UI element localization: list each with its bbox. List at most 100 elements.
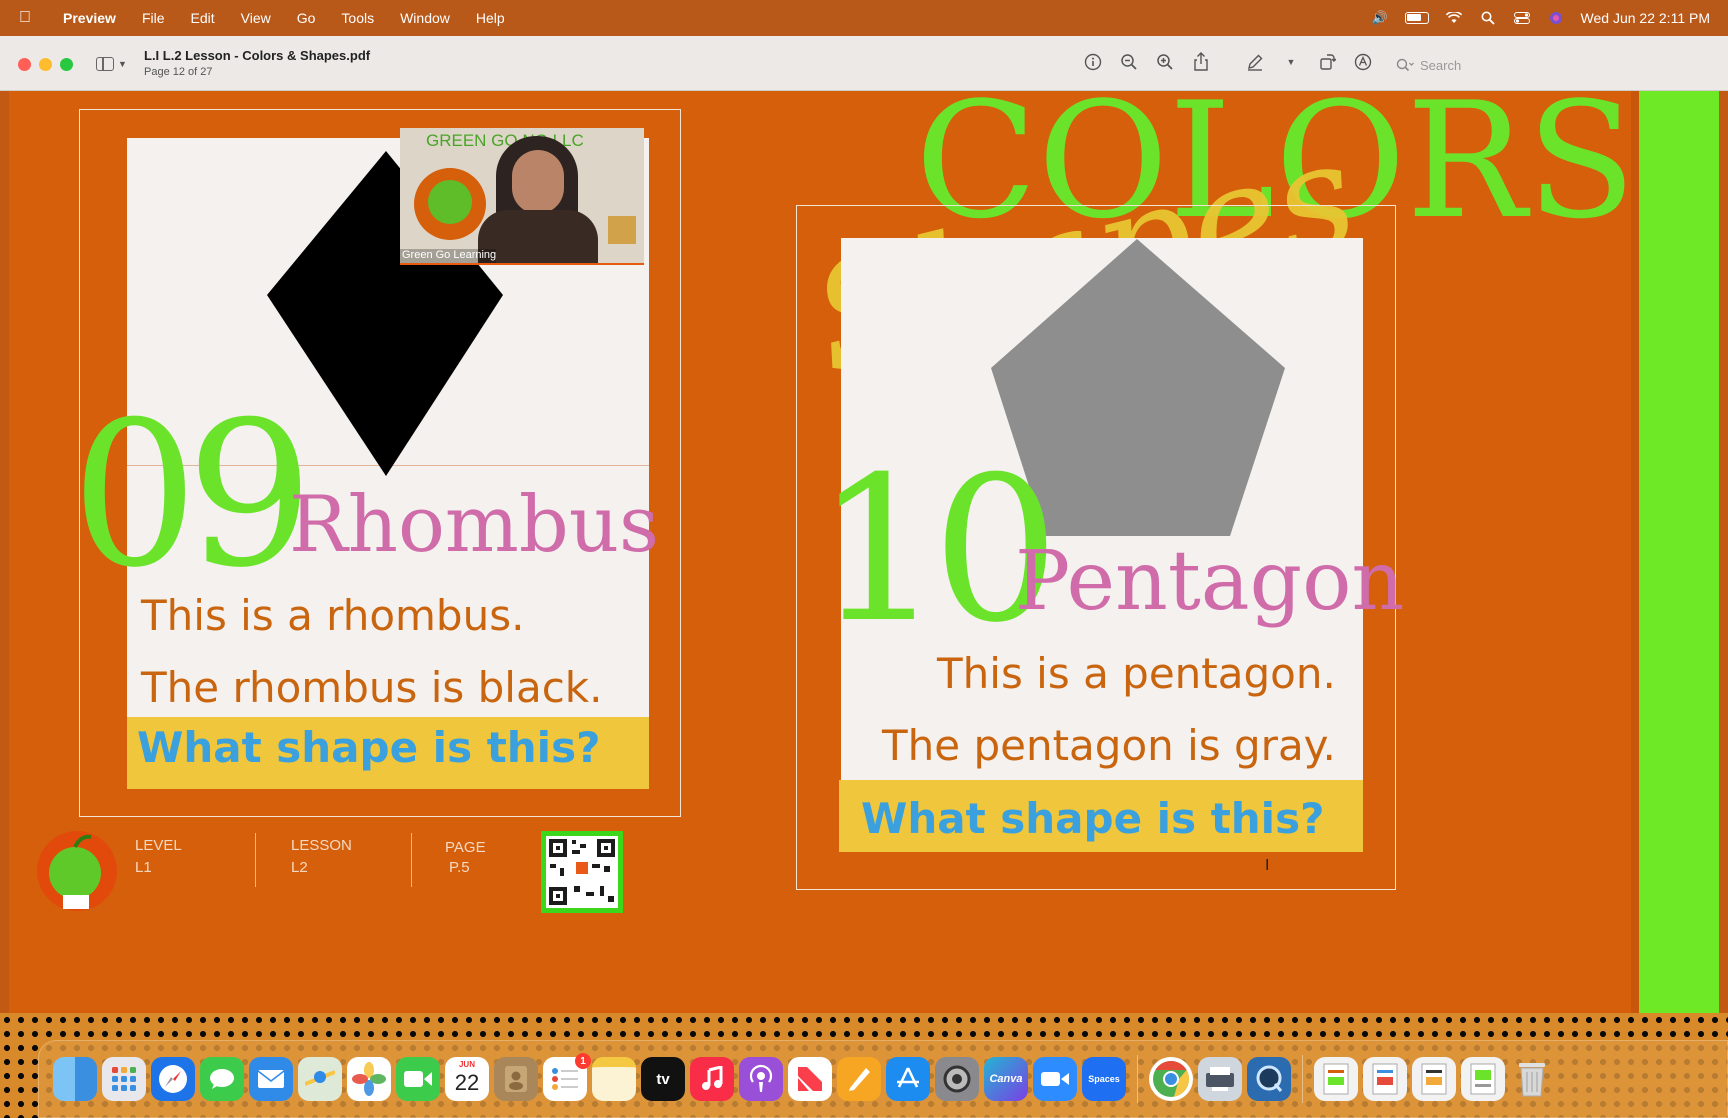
recent-document-2-icon[interactable] [1363, 1057, 1407, 1101]
spotlight-search-icon[interactable] [1479, 11, 1497, 25]
sidebar-toggle-button[interactable]: ▼ [96, 53, 132, 75]
search-placeholder: Search [1420, 57, 1462, 73]
menu-app-preview[interactable]: Preview [50, 10, 129, 26]
pentagon-question: What shape is this? [861, 794, 1325, 843]
video-active-underline [400, 263, 644, 265]
pentagon-title: Pentagon [1015, 534, 1405, 629]
finder-icon[interactable] [53, 1057, 97, 1101]
podcasts-icon[interactable] [739, 1057, 783, 1101]
spaces-label: Spaces [1088, 1074, 1120, 1084]
zoom-icon[interactable] [1033, 1057, 1077, 1101]
zoom-out-button[interactable] [1118, 50, 1140, 74]
toolbar-buttons: ▼ [1082, 50, 1374, 74]
apple-tv-label: tv [656, 1070, 670, 1088]
menu-go[interactable]: Go [284, 10, 329, 26]
siri-icon[interactable] [1547, 11, 1565, 25]
recent-document-1-icon[interactable] [1314, 1057, 1358, 1101]
calendar-month: JUN [458, 1060, 475, 1069]
window-toolbar: ▼ L.I L.2 Lesson - Colors & Shapes.pdf P… [0, 36, 1728, 91]
mail-icon[interactable] [249, 1057, 293, 1101]
close-window-button[interactable] [18, 58, 31, 71]
apple-logo-icon [414, 168, 486, 240]
chevron-down-icon: ▼ [118, 59, 127, 69]
presenter-face [512, 150, 564, 214]
minimize-window-button[interactable] [39, 58, 52, 71]
chrome-icon[interactable] [1149, 1057, 1193, 1101]
quicktime-icon[interactable] [1247, 1057, 1291, 1101]
trash-icon[interactable] [1510, 1057, 1554, 1101]
pentagon-line-1: This is a pentagon. [937, 649, 1336, 698]
menu-help[interactable]: Help [463, 10, 518, 26]
page-indicator: Page 12 of 27 [144, 66, 213, 78]
menu-edit[interactable]: Edit [178, 10, 228, 26]
reminders-icon[interactable]: 1 [543, 1053, 591, 1101]
control-center-icon[interactable] [1513, 11, 1531, 25]
footer-page-value: P.5 [449, 859, 470, 876]
launchpad-icon[interactable] [102, 1057, 146, 1101]
green-go-logo [35, 829, 125, 913]
music-icon[interactable] [690, 1057, 734, 1101]
battery-icon[interactable] [1404, 12, 1429, 24]
safari-icon[interactable] [151, 1057, 195, 1101]
news-icon[interactable] [788, 1057, 832, 1101]
recent-document-3-icon[interactable] [1412, 1057, 1456, 1101]
rhombus-title: Rhombus [289, 480, 660, 570]
reminders-badge: 1 [575, 1053, 591, 1069]
volume-icon[interactable]: 🔊 [1371, 10, 1389, 25]
menu-view[interactable]: View [228, 10, 284, 26]
footer-page-label: PAGE [445, 839, 486, 856]
footer-divider [255, 833, 256, 887]
sidebar-icon [96, 57, 114, 71]
image-capture-icon[interactable] [1198, 1057, 1242, 1101]
window-controls [18, 58, 73, 71]
footer-lesson-label: LESSON [291, 837, 352, 854]
recent-document-4-icon[interactable] [1461, 1057, 1505, 1101]
text-cursor-icon: I [1265, 857, 1270, 874]
rhombus-question: What shape is this? [137, 723, 601, 772]
notes-icon[interactable] [592, 1057, 636, 1101]
maps-icon[interactable] [298, 1057, 342, 1101]
wifi-icon[interactable] [1445, 11, 1463, 25]
photos-icon[interactable] [347, 1057, 391, 1101]
zoom-window-button[interactable] [60, 58, 73, 71]
calendar-icon[interactable]: JUN 22 [445, 1057, 489, 1101]
search-field[interactable]: Search [1396, 53, 1696, 77]
app-store-icon[interactable] [886, 1057, 930, 1101]
facetime-icon[interactable] [396, 1057, 440, 1101]
markup-dropdown-chevron-icon[interactable]: ▼ [1280, 50, 1302, 74]
footer-lesson-value: L2 [291, 859, 308, 876]
annotate-button[interactable] [1352, 50, 1374, 74]
menu-tools[interactable]: Tools [328, 10, 387, 26]
apple-tv-icon[interactable]: tv [641, 1057, 685, 1101]
card-number-09: 09 [71, 379, 313, 612]
footer-level-label: LEVEL [135, 837, 182, 854]
footer-divider [411, 833, 412, 887]
dock-divider [1302, 1055, 1303, 1103]
pages-icon[interactable] [837, 1057, 881, 1101]
info-button[interactable] [1082, 50, 1104, 74]
markup-pen-button[interactable] [1244, 50, 1266, 74]
rhombus-line-1: This is a rhombus. [141, 591, 525, 640]
system-settings-icon[interactable] [935, 1057, 979, 1101]
spaces-icon[interactable]: Spaces [1082, 1057, 1126, 1101]
apple-menu-icon[interactable]:  [0, 9, 50, 27]
menu-clock[interactable]: Wed Jun 22 2:11 PM [1581, 10, 1710, 26]
pdf-page[interactable]: COLORS Shapes 09 Rhombus This is a rhomb… [9, 91, 1719, 1013]
contacts-icon[interactable] [494, 1057, 538, 1101]
dock: JUN 22 1 tv Canva Spaces [38, 1040, 1728, 1118]
rotate-button[interactable] [1316, 50, 1338, 74]
search-icon [1396, 58, 1414, 72]
footer-level-value: L1 [135, 859, 152, 876]
messages-icon[interactable] [200, 1057, 244, 1101]
dock-divider [1137, 1055, 1138, 1103]
mini-qr-code [608, 216, 636, 244]
share-button[interactable] [1190, 50, 1212, 74]
qr-code [541, 831, 623, 913]
menu-file[interactable]: File [129, 10, 178, 26]
menu-bar:  Preview File Edit View Go Tools Window… [0, 0, 1728, 36]
pentagon-line-2: The pentagon is gray. [882, 721, 1336, 770]
video-call-overlay[interactable]: GREEN GO NG LLC Green Go Learning [400, 128, 644, 265]
zoom-in-button[interactable] [1154, 50, 1176, 74]
canva-icon[interactable]: Canva [984, 1057, 1028, 1101]
menu-window[interactable]: Window [387, 10, 463, 26]
